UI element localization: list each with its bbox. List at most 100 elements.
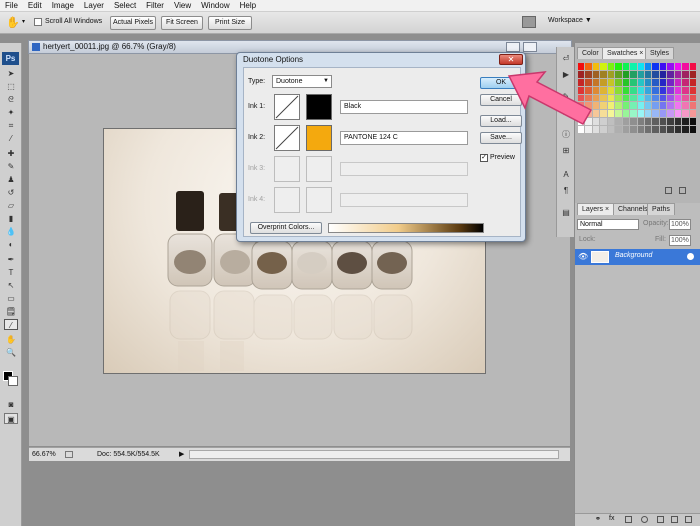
preview-checkbox[interactable]: ✓ bbox=[480, 154, 488, 162]
swatch-cell[interactable] bbox=[652, 118, 659, 126]
swatch-cell[interactable] bbox=[689, 126, 696, 133]
swatch-cell[interactable] bbox=[644, 70, 652, 78]
delete-swatch-icon[interactable] bbox=[679, 187, 686, 194]
path-selection-tool-icon[interactable]: ↖ bbox=[4, 280, 18, 291]
swatch-cell[interactable] bbox=[682, 110, 689, 118]
swatch-cell[interactable] bbox=[644, 118, 652, 126]
swatch-cell[interactable] bbox=[667, 94, 674, 102]
swatch-cell[interactable] bbox=[630, 102, 637, 110]
swatch-cell[interactable] bbox=[630, 118, 637, 126]
minimize-icon[interactable] bbox=[506, 42, 520, 52]
swatch-cell[interactable] bbox=[644, 94, 652, 102]
swatch-cell[interactable] bbox=[637, 94, 644, 102]
eyedropper-tool-icon[interactable]: ⁄ bbox=[4, 133, 18, 144]
swatch-cell[interactable] bbox=[644, 78, 652, 86]
opacity-field[interactable]: 100% bbox=[669, 219, 691, 230]
swatch-cell[interactable] bbox=[607, 110, 615, 118]
swatch-cell[interactable] bbox=[644, 102, 652, 110]
swatch-cell[interactable] bbox=[667, 110, 674, 118]
tab-color[interactable]: Color bbox=[577, 47, 604, 59]
maximize-icon[interactable] bbox=[523, 42, 537, 52]
menu-select[interactable]: Select bbox=[109, 1, 141, 10]
tab-swatches[interactable]: Swatches × bbox=[602, 47, 649, 59]
swatch-cell[interactable] bbox=[592, 126, 600, 133]
swatch-cell[interactable] bbox=[622, 63, 630, 70]
swatch-cell[interactable] bbox=[659, 102, 667, 110]
swatch-cell[interactable] bbox=[644, 63, 652, 70]
character-panel-icon[interactable]: A bbox=[559, 169, 573, 180]
ink1-color-swatch[interactable] bbox=[306, 94, 332, 120]
swatch-cell[interactable] bbox=[615, 70, 622, 78]
adjustment-layer-icon[interactable] bbox=[641, 516, 648, 523]
shape-tool-icon[interactable]: ▭ bbox=[4, 293, 18, 304]
swatch-cell[interactable] bbox=[637, 110, 644, 118]
menu-window[interactable]: Window bbox=[196, 1, 234, 10]
swatch-cell[interactable] bbox=[615, 78, 622, 86]
blur-tool-icon[interactable]: 💧 bbox=[4, 226, 18, 237]
close-icon[interactable]: ✕ bbox=[499, 54, 523, 65]
swatch-cell[interactable] bbox=[674, 118, 682, 126]
swatch-cell[interactable] bbox=[622, 110, 630, 118]
zoom-tool-icon[interactable]: 🔍 bbox=[4, 347, 18, 358]
swatch-cell[interactable] bbox=[682, 86, 689, 94]
new-swatch-icon[interactable] bbox=[665, 187, 672, 194]
menu-edit[interactable]: Edit bbox=[23, 1, 47, 10]
layer-comps-panel-icon[interactable]: ▤ bbox=[559, 207, 573, 218]
swatch-cell[interactable] bbox=[682, 78, 689, 86]
swatch-cell[interactable] bbox=[659, 86, 667, 94]
swatch-cell[interactable] bbox=[689, 94, 696, 102]
swatch-cell[interactable] bbox=[682, 70, 689, 78]
swatch-cell[interactable] bbox=[578, 63, 585, 70]
swatch-cell[interactable] bbox=[600, 94, 607, 102]
swatch-cell[interactable] bbox=[667, 70, 674, 78]
print-size-button[interactable]: Print Size bbox=[208, 16, 252, 30]
swatch-cell[interactable] bbox=[667, 78, 674, 86]
swatch-cell[interactable] bbox=[689, 118, 696, 126]
swatch-cell[interactable] bbox=[607, 86, 615, 94]
swatch-cell[interactable] bbox=[615, 94, 622, 102]
info-panel-icon[interactable]: ⓘ bbox=[559, 129, 573, 140]
swatch-cell[interactable] bbox=[667, 102, 674, 110]
layer-row-background[interactable]: 👁 Background bbox=[575, 249, 700, 265]
horizontal-scrollbar[interactable] bbox=[189, 450, 559, 459]
fx-icon[interactable]: fx bbox=[609, 515, 614, 522]
bridge-icon[interactable] bbox=[522, 16, 536, 28]
history-panel-icon[interactable]: ⏎ bbox=[559, 53, 573, 64]
swatch-cell[interactable] bbox=[600, 63, 607, 70]
swatch-cell[interactable] bbox=[644, 126, 652, 133]
swatch-cell[interactable] bbox=[600, 78, 607, 86]
menu-image[interactable]: Image bbox=[47, 1, 79, 10]
swatch-cell[interactable] bbox=[607, 102, 615, 110]
swatch-cell[interactable] bbox=[607, 126, 615, 133]
zoom-level[interactable]: 66.67% bbox=[32, 448, 56, 461]
swatch-cell[interactable] bbox=[600, 102, 607, 110]
swatch-cell[interactable] bbox=[689, 78, 696, 86]
type-select[interactable]: Duotone ▼ bbox=[272, 75, 332, 88]
actual-pixels-button[interactable]: Actual Pixels bbox=[110, 16, 156, 30]
marquee-tool-icon[interactable]: ⬚ bbox=[4, 81, 18, 92]
swatch-cell[interactable] bbox=[585, 126, 592, 133]
swatch-cell[interactable] bbox=[578, 126, 585, 133]
swatch-cell[interactable] bbox=[622, 78, 630, 86]
fit-screen-button[interactable]: Fit Screen bbox=[161, 16, 203, 30]
swatch-cell[interactable] bbox=[659, 110, 667, 118]
tab-paths[interactable]: Paths bbox=[647, 203, 675, 215]
swatch-cell[interactable] bbox=[630, 94, 637, 102]
swatch-cell[interactable] bbox=[667, 126, 674, 133]
group-icon[interactable] bbox=[657, 516, 664, 523]
ink2-curve-box[interactable] bbox=[274, 125, 300, 151]
blend-mode-select[interactable]: Normal bbox=[577, 219, 639, 230]
swatch-cell[interactable] bbox=[652, 102, 659, 110]
stamp-tool-icon[interactable]: ♟ bbox=[4, 174, 18, 185]
magic-wand-tool-icon[interactable]: ✦ bbox=[4, 107, 18, 118]
swatch-cell[interactable] bbox=[644, 110, 652, 118]
crop-tool-icon[interactable]: ⌗ bbox=[4, 120, 18, 131]
swatch-cell[interactable] bbox=[674, 78, 682, 86]
swatch-cell[interactable] bbox=[659, 118, 667, 126]
swatch-cell[interactable] bbox=[674, 70, 682, 78]
screen-mode-icon[interactable]: ▣ bbox=[4, 413, 18, 424]
eye-icon[interactable]: 👁 bbox=[578, 252, 588, 261]
swatch-cell[interactable] bbox=[600, 118, 607, 126]
swatch-cell[interactable] bbox=[659, 70, 667, 78]
swatch-cell[interactable] bbox=[637, 70, 644, 78]
